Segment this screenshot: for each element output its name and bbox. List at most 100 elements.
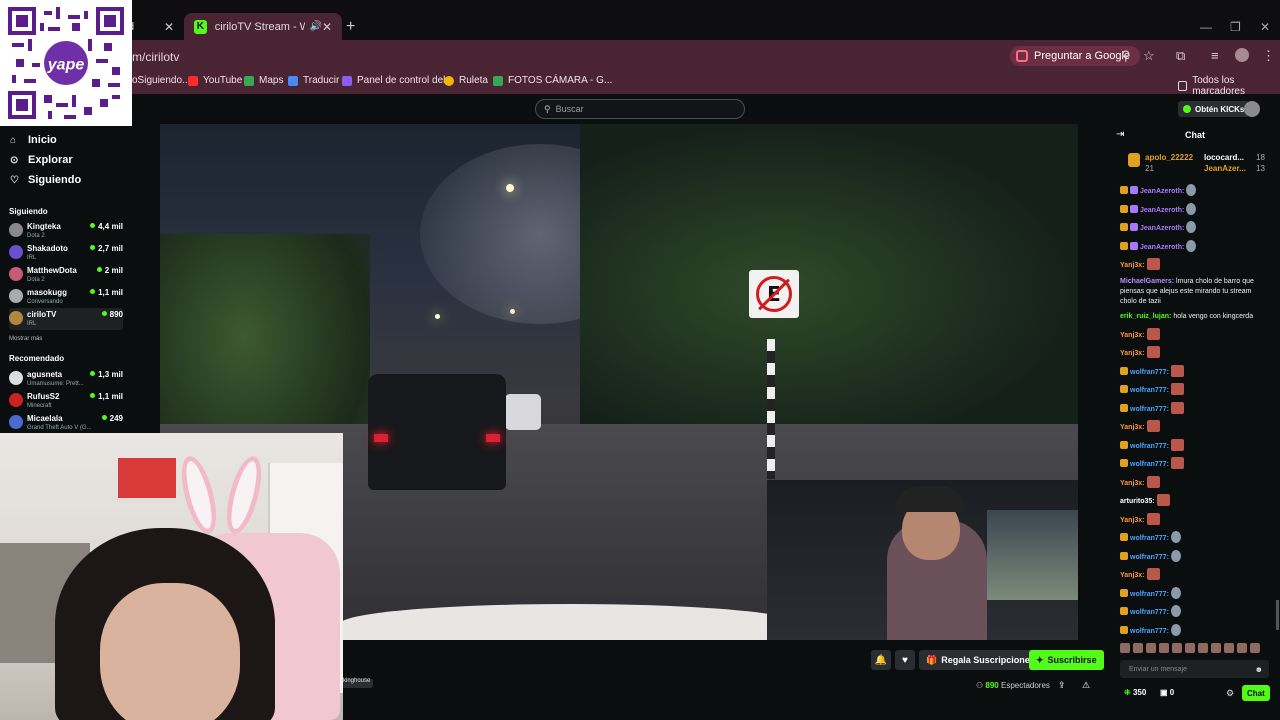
chat-badge-icon (1120, 204, 1128, 213)
streamer-webcam-overlay (0, 433, 343, 720)
avatar[interactable] (1244, 101, 1260, 117)
street-lamp (510, 309, 515, 314)
bookmark-item[interactable]: YouTube (188, 75, 242, 86)
stream-tag[interactable]: kinghouse (340, 678, 374, 688)
chat-send-button[interactable]: Chat (1242, 685, 1270, 701)
follow-heart-icon[interactable]: ♥ (895, 650, 915, 670)
report-icon[interactable]: ⚠ (1082, 680, 1090, 691)
sidebar-channel-active[interactable]: ciriloTV IRL 890 (9, 308, 123, 330)
chat-username[interactable]: wolfran777: (1130, 461, 1169, 468)
chat-username[interactable]: wolfran777: (1130, 406, 1169, 413)
chat-username[interactable]: wolfran777: (1130, 628, 1169, 635)
chat-username[interactable]: JeanAzeroth: (1140, 244, 1184, 251)
sidebar-channel[interactable]: Micaelala Grand Theft Auto V (G... 249 (9, 412, 123, 434)
emote-icon[interactable] (1159, 643, 1169, 653)
emote-bar[interactable] (1120, 643, 1270, 657)
chat-input[interactable]: Enviar un mensaje ☻ (1120, 660, 1269, 678)
get-kicks-button[interactable]: Obtén KICKs (1178, 101, 1250, 117)
chat-badge-icon (1130, 223, 1138, 231)
chat-username[interactable]: wolfran777: (1130, 535, 1169, 542)
minimize-button[interactable]: — (1200, 20, 1212, 34)
translate-icon (288, 75, 298, 86)
profile-avatar[interactable] (1235, 48, 1249, 62)
speaker-icon[interactable]: 🔊 (309, 21, 321, 32)
notifications-bell-icon[interactable]: 🔔 (871, 650, 891, 670)
emote-icon[interactable] (1237, 643, 1247, 653)
emote-icon[interactable] (1120, 643, 1130, 653)
chat-message: Yanj3x: (1120, 346, 1270, 359)
emote-icon[interactable] (1250, 643, 1260, 653)
url-field[interactable]: m/cirilotv (132, 50, 179, 64)
chat-username[interactable]: wolfran777: (1130, 369, 1169, 376)
chat-username[interactable]: Yanj3x: (1120, 480, 1145, 487)
drive-icon (493, 75, 503, 86)
chat-badge-icon (1130, 204, 1138, 213)
tail-light (374, 434, 388, 442)
chat-username[interactable]: wolfran777: (1130, 591, 1169, 598)
chat-username[interactable]: Yanj3x: (1120, 424, 1145, 431)
share-icon[interactable]: ⇪ (1058, 680, 1066, 691)
sidebar-channel[interactable]: RufusS2 Minecraft 1,1 mil (9, 390, 123, 412)
zoom-icon[interactable]: ⚲ (1121, 48, 1131, 64)
emote-icon[interactable] (1198, 643, 1208, 653)
chat-username[interactable]: wolfran777: (1130, 554, 1169, 561)
nav-explore[interactable]: ⊙ Explorar (10, 154, 73, 166)
chat-username[interactable]: Yanj3x: (1120, 350, 1145, 357)
chat-username[interactable]: JeanAzeroth: (1140, 188, 1184, 195)
sidebar-channel[interactable]: MatthewDota Dota 22 mil (9, 264, 123, 286)
subscribe-button[interactable]: ✦ Suscribirse (1029, 650, 1104, 670)
chat-username[interactable]: erik_ruiz_lujan: (1120, 313, 1171, 320)
emote-icon[interactable] (1146, 643, 1156, 653)
chat-username[interactable]: JeanAzeroth: (1140, 225, 1184, 232)
chat-username[interactable]: JeanAzeroth: (1140, 207, 1184, 214)
emote-icon[interactable] (1172, 643, 1182, 653)
bookmark-item[interactable]: Panel de control del... (342, 75, 454, 86)
show-more-link[interactable]: Mostrar más (9, 336, 42, 342)
emote-icon[interactable] (1185, 643, 1195, 653)
chat-username[interactable]: Yanj3x: (1120, 332, 1145, 339)
new-tab-button[interactable]: + (346, 18, 355, 36)
media-controls-icon[interactable]: ≡ (1211, 48, 1219, 63)
chat-scrollbar[interactable] (1276, 600, 1279, 630)
gift-icon: 🎁 (926, 654, 938, 665)
chat-username[interactable]: wolfran777: (1130, 387, 1169, 394)
chat-username[interactable]: MichaelGamers: (1120, 278, 1174, 285)
bookmark-star-icon[interactable]: ☆ (1143, 48, 1155, 64)
bookmark-item[interactable]: oSiguiendo... (132, 75, 190, 86)
sidebar-channel[interactable]: Kingteka Dota 2 4,4 mil (9, 220, 123, 242)
bookmark-item[interactable]: FOTOS CÁMARA - G... (493, 75, 612, 86)
drops-count[interactable]: ▣ 0 (1160, 688, 1174, 697)
emote-icon[interactable] (1224, 643, 1234, 653)
channel-points[interactable]: ⁜ 350 (1124, 688, 1146, 697)
window-close-button[interactable]: ✕ (1260, 20, 1270, 34)
sidebar-channel[interactable]: agusneta Umamusume: Prett... 1,3 mil (9, 368, 123, 390)
bookmark-item[interactable]: Ruleta (444, 75, 488, 86)
sidebar-channel[interactable]: masokugg Conversando 1,1 mil (9, 286, 123, 308)
menu-dots-icon[interactable]: ⋮ (1262, 48, 1275, 64)
extensions-icon[interactable]: ⧉ (1176, 48, 1185, 64)
maximize-button[interactable]: ❐ (1230, 20, 1241, 34)
emote-icon[interactable] (1133, 643, 1143, 653)
gear-icon[interactable]: ⚙ (1226, 688, 1234, 699)
close-icon[interactable]: ✕ (164, 20, 174, 34)
chat-username[interactable]: Yanj3x: (1120, 262, 1145, 269)
bookmark-item[interactable]: Traducir (288, 75, 339, 86)
video-car (368, 374, 506, 490)
chat-username[interactable]: wolfran777: (1130, 443, 1169, 450)
nav-home[interactable]: ⌂ Inicio (10, 134, 57, 146)
chat-username[interactable]: wolfran777: (1130, 609, 1169, 616)
search-input[interactable]: ⚲ Buscar (535, 99, 745, 119)
chat-username[interactable]: Yanj3x: (1120, 517, 1145, 524)
bookmark-item[interactable]: Maps (244, 75, 283, 86)
chat-username[interactable]: arturito35: (1120, 498, 1155, 505)
sidebar-channel[interactable]: Shakadoto IRL 2,7 mil (9, 242, 123, 264)
close-icon[interactable]: ✕ (322, 20, 332, 34)
emoji-icon[interactable]: ☻ (1255, 665, 1263, 674)
chat-username[interactable]: Yanj3x: (1120, 572, 1145, 579)
emote-icon[interactable] (1211, 643, 1221, 653)
chat-message: wolfran777: (1120, 531, 1270, 544)
chat-message: JeanAzeroth: (1120, 239, 1270, 253)
nav-following[interactable]: ♡ Siguiendo (10, 174, 81, 186)
gift-subs-button[interactable]: 🎁 Regala Suscripciones (919, 650, 1042, 670)
browser-tab-active[interactable]: K ciriloTV Stream - Watch Liv 🔊 ✕ (184, 13, 342, 40)
